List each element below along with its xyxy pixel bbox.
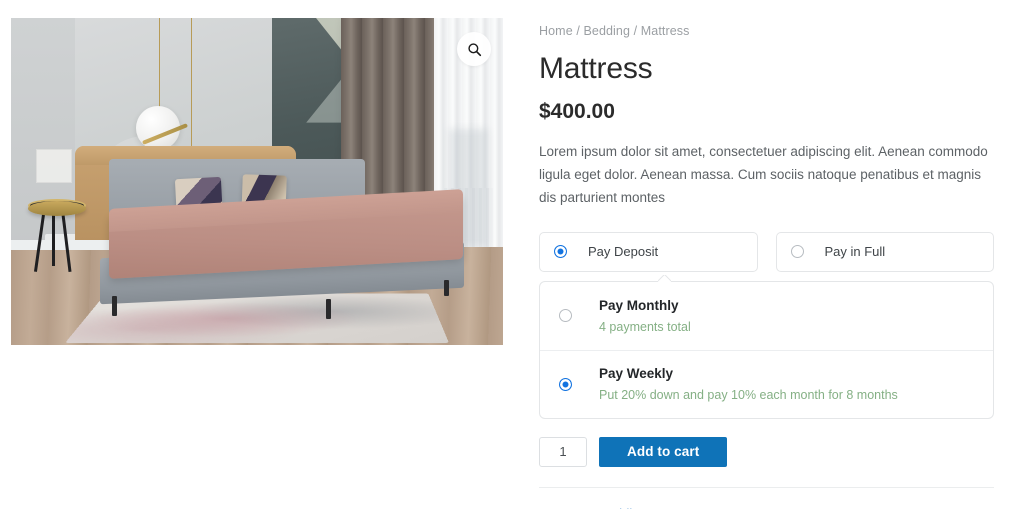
category-label: Category:: [539, 506, 595, 509]
payment-plan-note-monthly: 4 payments total: [599, 319, 691, 334]
radio-icon-pay-in-full[interactable]: [790, 245, 804, 259]
pay-type-label-full: Pay in Full: [824, 244, 886, 260]
radio-icon-pay-monthly[interactable]: [559, 309, 572, 323]
meta-divider: [539, 486, 994, 488]
product-description: Lorem ipsum dolor sit amet, consectetuer…: [539, 144, 988, 206]
payment-plan-option-weekly[interactable]: Pay Weekly Put 20% down and pay 10% each…: [540, 349, 993, 418]
radio-icon-pay-deposit[interactable]: [554, 245, 567, 259]
product-gallery[interactable]: [11, 18, 503, 345]
payment-plan-name-monthly: Pay Monthly: [599, 297, 679, 313]
product-page: Home / Bedding / Mattress Mattress $400.…: [0, 0, 1024, 509]
category-link-bedding[interactable]: Bedding: [599, 506, 647, 509]
wall-frame: [35, 148, 72, 183]
pendant-cord-right: [190, 18, 192, 149]
product-summary: Home / Bedding / Mattress Mattress $400.…: [539, 24, 994, 509]
bed-leg-right: [443, 279, 449, 296]
breadcrumb[interactable]: Home / Bedding / Mattress: [539, 24, 994, 38]
add-to-cart-form: Add to cart: [539, 436, 994, 467]
quantity-input[interactable]: [539, 436, 587, 467]
add-to-cart-button[interactable]: Add to cart: [599, 436, 728, 467]
side-table-leg-3: [51, 214, 55, 267]
payment-plan-note-weekly: Put 20% down and pay 10% each month for …: [599, 388, 898, 403]
payment-plan-name-weekly: Pay Weekly: [599, 366, 674, 382]
product-price: $400.00: [539, 100, 615, 123]
pay-type-option-deposit[interactable]: Pay Deposit: [539, 231, 758, 272]
pay-type-group: Pay Deposit Pay in Full: [539, 231, 994, 272]
pendant-cord-left: [158, 18, 160, 110]
radio-icon-pay-weekly[interactable]: [559, 377, 572, 391]
zoom-image-button[interactable]: [457, 32, 491, 66]
search-icon: [467, 42, 481, 56]
product-meta: Category: Bedding: [539, 506, 994, 509]
pay-type-option-full[interactable]: Pay in Full: [775, 231, 994, 272]
page-title: Mattress: [539, 52, 653, 85]
payment-plan-text-weekly: Pay Weekly Put 20% down and pay 10% each…: [599, 366, 898, 402]
bed-leg-center: [325, 299, 331, 320]
payment-plan-text-monthly: Pay Monthly 4 payments total: [599, 298, 691, 334]
payment-plan-group: Pay Monthly 4 payments total Pay Weekly …: [539, 280, 994, 419]
bed-leg-left: [111, 295, 117, 316]
payment-plan-option-monthly[interactable]: Pay Monthly 4 payments total: [540, 282, 993, 350]
product-image[interactable]: [11, 18, 503, 345]
caret-up-icon: [658, 275, 671, 282]
pay-type-label-deposit: Pay Deposit: [588, 244, 659, 260]
